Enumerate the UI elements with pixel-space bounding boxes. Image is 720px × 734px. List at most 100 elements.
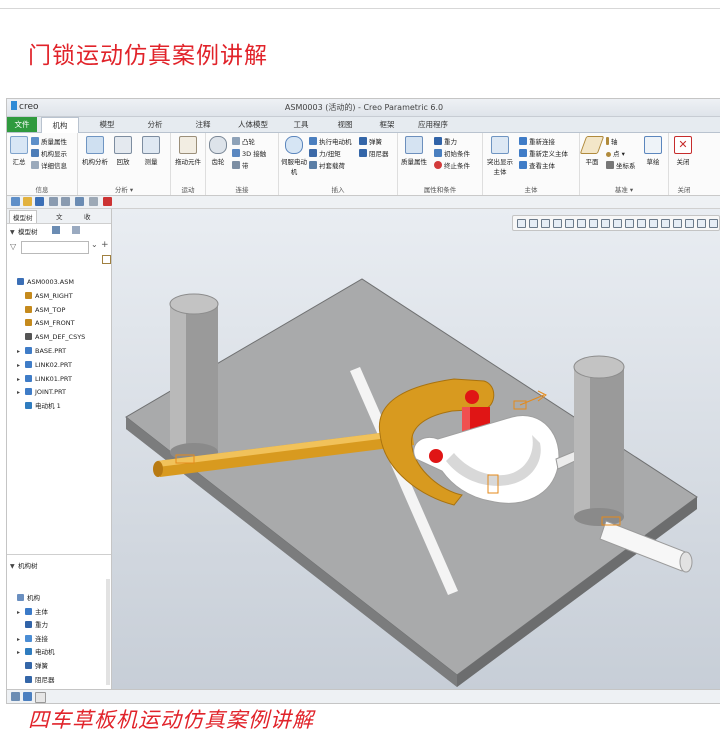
view-bodies-button[interactable]: 查看主体 [519,160,555,170]
sketch-button[interactable]: 草绘 [642,136,664,166]
tree-item[interactable]: ASM0003.ASM [7,276,111,288]
axis-button[interactable]: 轴 [606,136,618,146]
expand-arrow-icon[interactable]: ▸ [17,634,25,646]
status-message-icon[interactable] [35,692,46,703]
tab-applications[interactable]: 应用程序 [411,117,455,132]
tree-item[interactable]: 机构 [7,592,111,604]
search-options-icon[interactable]: ⌄ [91,240,98,249]
pin-icon[interactable] [102,255,111,264]
mechanism-tree-header[interactable]: ▼ 机构树 [10,560,114,570]
point-button[interactable]: 点 ▾ [606,148,625,158]
playback-button[interactable]: 回放 [112,136,134,166]
expand-arrow-icon[interactable]: ▸ [17,346,25,358]
tree-item[interactable]: ▸ 主体 [7,606,111,618]
initial-condition-button[interactable]: 初始条件 [434,148,470,158]
graphics-viewport[interactable] [112,209,720,689]
tab-analysis[interactable]: 分析 [137,117,173,132]
status-network-icon[interactable] [23,692,32,701]
reconnect-button[interactable]: 重新连接 [519,136,555,146]
mass-properties-big-button[interactable]: 质量属性 [400,136,428,166]
tree-item[interactable]: ASM_RIGHT [7,290,111,302]
measure-button[interactable]: 测量 [140,136,162,166]
gravity-button[interactable]: 重力 [434,136,457,146]
tree-item[interactable]: ASM_TOP [7,304,111,316]
termination-condition-button[interactable]: 终止条件 [434,160,470,170]
tree-item[interactable]: ▸ 连接 [7,633,111,645]
summary-button[interactable]: 汇总 [9,136,29,166]
expand-arrow-icon[interactable]: ▸ [17,647,25,659]
details-button[interactable]: 详细信息 [31,160,67,170]
tab-model-tree[interactable]: 模型树 [9,210,37,223]
tab-manikin[interactable]: 人体模型 [229,117,277,132]
tab-tools[interactable]: 工具 [283,117,319,132]
mechanism-analysis-button[interactable]: 机构分析 [80,136,110,166]
group-insert-label: 插入 [331,186,345,194]
tree-item[interactable]: 电动机 1 [7,400,111,412]
tab-model[interactable]: 模型 [89,117,125,132]
new-file-icon[interactable] [11,197,20,206]
save-icon[interactable] [35,197,44,206]
damper-button[interactable]: 阻尼器 [359,148,389,158]
tree-item[interactable]: 阻尼器 [7,674,111,686]
spring-button[interactable]: 弹簧 [359,136,382,146]
scrollbar[interactable] [106,579,110,685]
belt-button[interactable]: 带 [232,160,249,170]
tree-item[interactable]: 弹簧 [7,660,111,672]
search-input[interactable] [21,241,89,254]
open-file-icon[interactable] [23,197,32,206]
tree-settings-icon[interactable] [52,226,60,234]
tab-file[interactable]: 文件 [7,117,37,132]
gravity-icon [434,137,442,145]
drag-components-button[interactable]: 拖动元件 [173,136,203,166]
csys-icon [606,161,614,169]
redo-icon[interactable] [61,197,70,206]
tree-item[interactable]: 重力 [7,619,111,631]
tab-annotate[interactable]: 注释 [185,117,221,132]
model-tree-header[interactable]: ▼ 模型树 [10,226,114,236]
status-bar [7,689,720,703]
tree-item[interactable]: ▸ 电动机 [7,646,111,658]
expand-arrow-icon[interactable]: ▸ [17,360,25,372]
status-settings-icon[interactable] [11,692,20,701]
collapse-arrow-icon: ▼ [10,229,15,236]
plane-button[interactable]: 平面 [579,136,605,166]
3d-contact-button[interactable]: 3D 接触 [232,148,266,158]
tab-view[interactable]: 视图 [327,117,363,132]
expand-arrow-icon[interactable]: ▸ [17,607,25,619]
redefine-body-button[interactable]: 重新定义主体 [519,148,568,158]
tree-item[interactable]: ASM_DEF_CSYS [7,331,111,343]
highlight-bodies-button[interactable]: 突出显示主体 [485,136,515,176]
tree-item[interactable]: ▸ JOINT.PRT [7,386,111,398]
termination-condition-icon [434,161,442,169]
close-window-icon[interactable] [103,197,112,206]
tree-item[interactable]: ASM_FRONT [7,317,111,329]
servo-motor-button[interactable]: 伺服电动机 [281,136,307,176]
tree-item[interactable]: ▸ LINK01.PRT [7,373,111,385]
bushing-load-button[interactable]: 衬套载荷 [309,160,345,170]
tree-item-label: ASM_DEF_CSYS [35,333,86,342]
csys-button[interactable]: 坐标系 [606,160,636,170]
servo-motor-icon [285,136,303,154]
undo-icon[interactable] [49,197,58,206]
mechanism-display-label: 机构显示 [41,150,67,158]
force-torque-button[interactable]: 力/扭矩 [309,148,341,158]
close-button[interactable]: ✕ 关闭 [671,136,695,166]
tab-framework[interactable]: 框架 [369,117,405,132]
mass-properties-button[interactable]: 质量属性 [31,136,67,146]
show-icon[interactable] [72,226,80,234]
mechanism-display-button[interactable]: 机构显示 [31,148,67,158]
tree-item[interactable]: ▸ LINK02.PRT [7,359,111,371]
add-icon[interactable]: + [101,240,109,250]
tab-favorites[interactable]: 收 [81,210,94,222]
tab-folder-browser[interactable]: 文 [53,210,66,222]
cam-button[interactable]: 凸轮 [232,136,255,146]
gear-button[interactable]: 齿轮 [208,136,228,166]
tab-mechanism[interactable]: 机构 [41,117,79,133]
expand-arrow-icon[interactable]: ▸ [17,387,25,399]
expand-arrow-icon[interactable]: ▸ [17,374,25,386]
regenerate-icon[interactable] [75,197,84,206]
window-icon[interactable] [89,197,98,206]
actuator-motor-button[interactable]: 执行电动机 [309,136,352,146]
tree-item[interactable]: ▸ BASE.PRT [7,345,111,357]
mechanism-icon [17,594,24,601]
